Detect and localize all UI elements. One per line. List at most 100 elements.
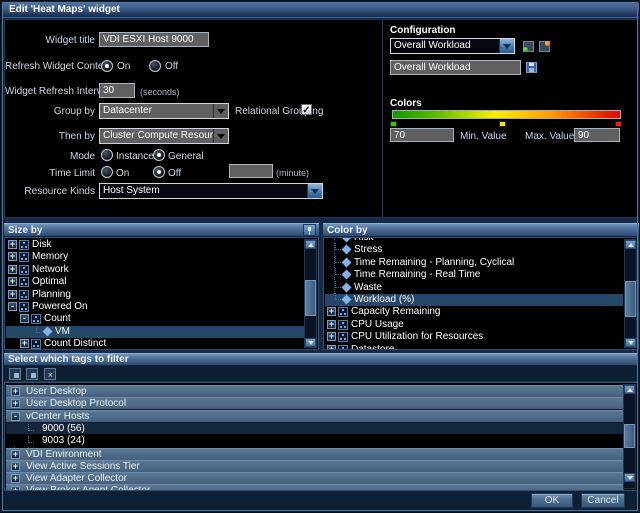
chevron-down-icon[interactable]: [307, 184, 322, 198]
size-by-scrollbar[interactable]: [304, 239, 317, 348]
tree-item[interactable]: + Disk: [6, 239, 305, 251]
expander-icon[interactable]: -: [11, 411, 20, 421]
scroll-down-icon[interactable]: [624, 473, 635, 482]
mode-general-radio[interactable]: [153, 149, 165, 161]
expander-icon[interactable]: +: [11, 387, 20, 396]
expander-icon[interactable]: +: [8, 277, 17, 287]
ok-button[interactable]: OK: [531, 493, 573, 508]
tree-item[interactable]: Risk: [325, 238, 623, 244]
tree-item[interactable]: + Optimal: [6, 276, 305, 288]
scrollbar-thumb[interactable]: [305, 280, 316, 316]
mid-color-handle[interactable]: [499, 121, 506, 127]
save-configuration-icon[interactable]: [523, 41, 534, 52]
refresh-content-label: Refresh Widget Content: [5, 61, 112, 72]
expander-icon[interactable]: +: [8, 252, 17, 262]
resource-kinds-select[interactable]: Host System: [99, 183, 323, 199]
scrollbar-thumb[interactable]: [624, 424, 635, 448]
expander-icon[interactable]: +: [11, 449, 20, 459]
tree-item[interactable]: + Network: [6, 264, 305, 276]
tag-group-row[interactable]: + User Desktop Protocol: [6, 397, 624, 411]
tag-value-row[interactable]: 9003 (24): [6, 435, 624, 447]
tree-item[interactable]: + Capacity Remaining: [325, 306, 623, 318]
expander-icon[interactable]: +: [327, 344, 336, 349]
tag-group-row[interactable]: + View Active Sessions Tier: [6, 459, 624, 473]
tree-item[interactable]: Time Remaining - Real Time: [325, 268, 623, 281]
widget-title-input[interactable]: VDI ESXI Host 9000: [99, 32, 209, 47]
expander-icon[interactable]: +: [11, 486, 20, 490]
refresh-content-off-radio[interactable]: [149, 60, 161, 72]
tree-item[interactable]: + CPU Usage: [325, 319, 623, 331]
then-by-select[interactable]: Cluster Compute Resource: [99, 128, 229, 144]
color-gradient-bar[interactable]: [392, 110, 621, 119]
max-color-handle[interactable]: [615, 121, 622, 127]
chevron-down-icon[interactable]: [213, 104, 228, 118]
tags-scrollbar[interactable]: [623, 384, 636, 489]
tree-item[interactable]: + Planning: [6, 289, 305, 301]
resource-kinds-value: Host System: [103, 185, 160, 196]
scroll-down-icon[interactable]: [625, 338, 636, 347]
tree-item[interactable]: Stress: [325, 243, 623, 256]
expander-icon[interactable]: +: [8, 264, 17, 274]
scrollbar-thumb[interactable]: [625, 281, 636, 317]
tag-group-row[interactable]: - vCenter Hosts: [6, 409, 624, 423]
scroll-up-icon[interactable]: [305, 240, 316, 249]
color-by-scrollbar[interactable]: [624, 239, 637, 348]
chevron-down-icon[interactable]: [213, 129, 228, 143]
tag-group-row[interactable]: + VDI Environment: [6, 447, 624, 461]
expander-icon[interactable]: +: [8, 240, 17, 249]
expander-icon[interactable]: -: [8, 302, 17, 311]
tree-item[interactable]: + Count Distinct: [6, 338, 305, 349]
tree-item[interactable]: + Datastore: [325, 344, 623, 349]
time-limit-off-radio[interactable]: [153, 166, 165, 178]
expander-icon[interactable]: +: [20, 339, 29, 349]
tree-item-selected[interactable]: VM: [6, 325, 305, 338]
expand-all-icon[interactable]: [9, 368, 21, 380]
expander-icon[interactable]: +: [327, 332, 336, 342]
metric-icon: [341, 282, 352, 293]
min-color-handle[interactable]: [390, 121, 397, 127]
clear-selection-icon[interactable]: [44, 368, 56, 380]
expander-icon[interactable]: +: [11, 399, 20, 409]
tree-item[interactable]: + Memory: [6, 251, 305, 263]
time-limit-input[interactable]: [229, 164, 273, 178]
tag-group-row[interactable]: + View Adapter Collector: [6, 472, 624, 486]
expander-icon[interactable]: +: [11, 474, 20, 484]
refresh-content-on-radio[interactable]: [101, 60, 113, 72]
min-value-input[interactable]: 70: [390, 128, 454, 142]
expander-icon[interactable]: -: [20, 314, 29, 324]
dialog-titlebar[interactable]: Edit 'Heat Maps' widget: [3, 3, 639, 18]
relational-grouping-checkbox[interactable]: ✓: [301, 104, 312, 116]
cancel-button[interactable]: Cancel: [581, 493, 625, 508]
expander-icon[interactable]: +: [11, 461, 20, 471]
min-value-label: Min. Value: [460, 131, 507, 142]
delete-configuration-icon[interactable]: [539, 41, 550, 52]
tree-item[interactable]: - Powered On: [6, 301, 305, 313]
group-by-select[interactable]: Datacenter: [99, 103, 229, 119]
tag-group-row[interactable]: + View Broker Agent Collector: [6, 484, 624, 490]
tree-item[interactable]: + CPU Utilization for Resources: [325, 331, 623, 343]
time-limit-label: Time Limit: [49, 168, 95, 179]
save-icon[interactable]: [526, 62, 537, 73]
expander-icon[interactable]: +: [327, 319, 336, 329]
refresh-interval-input[interactable]: 30: [99, 83, 135, 98]
collapse-all-icon[interactable]: [26, 368, 38, 380]
tag-group-row[interactable]: + User Desktop: [6, 385, 624, 398]
scroll-up-icon[interactable]: [624, 385, 635, 394]
max-value-input[interactable]: 90: [574, 128, 620, 142]
expander-icon[interactable]: +: [8, 289, 17, 299]
chevron-down-icon[interactable]: [499, 39, 514, 53]
configuration-preset-select[interactable]: Overall Workload: [390, 38, 515, 54]
expander-icon[interactable]: +: [327, 307, 336, 317]
tree-item[interactable]: - Count: [6, 313, 305, 325]
tree-item-selected[interactable]: Workload (%): [325, 293, 623, 306]
size-by-title: Size by: [8, 225, 43, 236]
time-limit-on-radio[interactable]: [101, 166, 113, 178]
mode-instance-radio[interactable]: [101, 149, 113, 161]
configuration-name-input[interactable]: Overall Workload: [390, 60, 521, 75]
tree-item[interactable]: Time Remaining - Planning, Cyclical: [325, 255, 623, 269]
pin-icon[interactable]: [303, 224, 316, 236]
tag-value-row[interactable]: 9000 (56): [6, 422, 624, 434]
scroll-up-icon[interactable]: [625, 240, 636, 249]
scroll-down-icon[interactable]: [305, 338, 316, 347]
tree-item[interactable]: Waste: [325, 280, 623, 294]
